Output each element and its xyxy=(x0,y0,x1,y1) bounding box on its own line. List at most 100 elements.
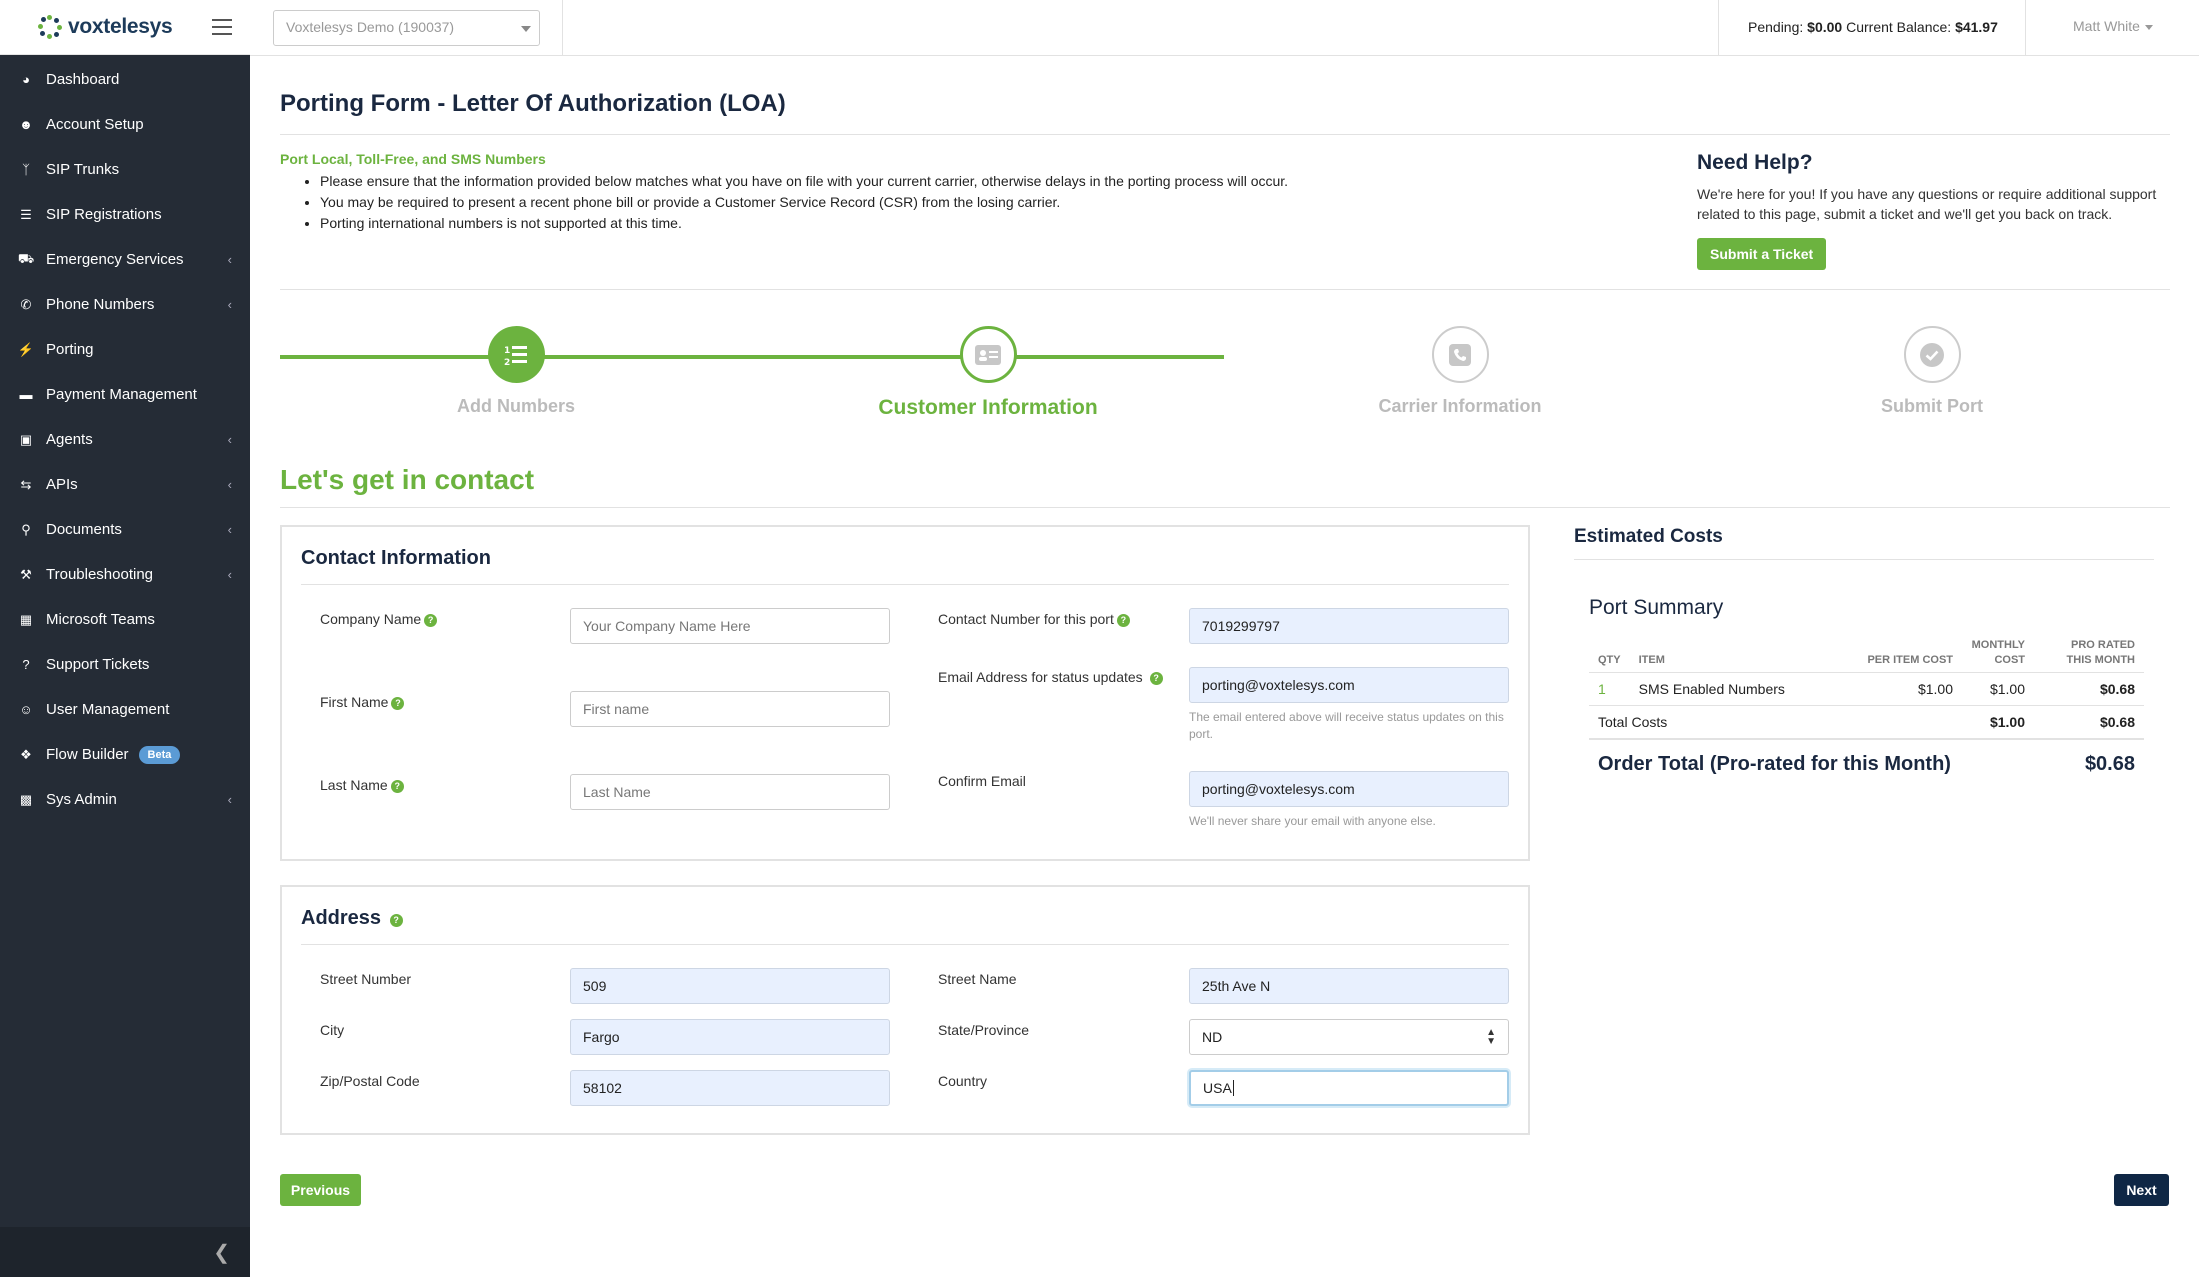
users-icon: ☺ xyxy=(19,702,33,717)
wrench-icon: ⚒ xyxy=(20,566,32,582)
contact-number-input[interactable]: 7019299797 xyxy=(1189,608,1509,644)
step-carrier-information[interactable]: Carrier Information xyxy=(1310,326,1610,417)
sidebar-item-sys-admin[interactable]: ▩ Sys Admin ‹ xyxy=(0,777,250,822)
city-label: City xyxy=(320,1022,345,1038)
sidebar-item-troubleshooting[interactable]: ⚒ Troubleshooting ‹ xyxy=(0,552,250,597)
sidebar-item-agents[interactable]: ▣ Agents ‹ xyxy=(0,417,250,462)
sidebar-item-microsoft-teams[interactable]: ▦ Microsoft Teams xyxy=(0,597,250,642)
help-question-icon[interactable]: ? xyxy=(424,613,438,627)
card-title: Address ? xyxy=(301,907,403,930)
step-label: Submit Port xyxy=(1881,396,1983,416)
help-panel: Need Help? We're here for you! If you ha… xyxy=(1697,151,2157,270)
sidebar-item-sip-trunks[interactable]: ᛉ SIP Trunks xyxy=(0,147,250,192)
list-ol-icon: 12 xyxy=(487,326,545,383)
last-name-input[interactable]: Last Name xyxy=(570,774,890,810)
help-text: We're here for you! If you have any ques… xyxy=(1697,186,2157,222)
topbar: Voxtelesys Demo (190037) Pending: $0.00 … xyxy=(250,0,2199,56)
chevron-left-icon: ‹ xyxy=(227,792,232,807)
sidebar-item-payment-management[interactable]: ▬ Payment Management xyxy=(0,372,250,417)
table-row: 1 SMS Enabled Numbers $1.00 $1.00 $0.68 xyxy=(1589,672,2144,706)
step-submit-port[interactable]: Submit Port xyxy=(1782,326,2082,417)
caret-down-icon xyxy=(521,26,531,32)
confirm-email-input[interactable]: porting@voxtelesys.com xyxy=(1189,771,1509,807)
label-text: First Name xyxy=(320,694,389,710)
submit-ticket-button[interactable]: Submit a Ticket xyxy=(1697,238,1827,270)
brand-name: voxtelesys xyxy=(68,15,173,38)
help-question-icon[interactable]: ? xyxy=(390,779,404,793)
sidebar-collapse-button[interactable]: ❮ xyxy=(0,1227,250,1277)
order-total-label: Order Total (Pro-rated for this Month) xyxy=(1598,753,1951,775)
sidebar-item-flow-builder[interactable]: ❖ Flow Builder Beta xyxy=(0,732,250,777)
list-icon: ☰ xyxy=(20,206,32,222)
confirm-email-label: Confirm Email xyxy=(938,773,1026,789)
sidebar-item-porting[interactable]: ⚡ Porting xyxy=(0,327,250,372)
step-add-numbers[interactable]: 12 Add Numbers xyxy=(366,326,666,417)
zip-label: Zip/Postal Code xyxy=(320,1073,420,1089)
card-title-text: Address xyxy=(301,907,382,929)
pending-label: Pending: xyxy=(1748,19,1804,35)
sidebar-item-label: Emergency Services xyxy=(46,251,184,268)
logo-area: voxtelesys xyxy=(0,0,250,55)
first-name-input[interactable]: First name xyxy=(570,691,890,727)
help-question-icon[interactable]: ? xyxy=(1149,671,1163,685)
company-name-input[interactable]: Your Company Name Here xyxy=(570,608,890,644)
next-button[interactable]: Next xyxy=(2114,1174,2169,1206)
user-name: Matt White xyxy=(2073,18,2140,34)
phone-square-icon xyxy=(1431,326,1489,383)
street-name-input[interactable]: 25th Ave N xyxy=(1189,968,1509,1004)
branch-icon: ᛉ xyxy=(22,162,30,177)
chevron-left-icon: ‹ xyxy=(227,252,232,267)
previous-button[interactable]: Previous xyxy=(280,1174,361,1206)
search-icon: ⚲ xyxy=(21,521,31,537)
sidebar-item-apis[interactable]: ⇆ APIs ‹ xyxy=(0,462,250,507)
street-number-input[interactable]: 509 xyxy=(570,968,890,1004)
help-question-icon[interactable]: ? xyxy=(391,696,405,710)
intro-bullet: Please ensure that the information provi… xyxy=(320,171,1380,192)
sidebar-item-label: Support Tickets xyxy=(46,656,150,673)
user-menu[interactable]: Matt White xyxy=(2073,18,2153,34)
help-question-icon[interactable]: ? xyxy=(1116,613,1130,627)
briefcase-icon: ▣ xyxy=(19,431,33,447)
account-select[interactable]: Voxtelesys Demo (190037) xyxy=(273,10,540,46)
help-question-icon[interactable]: ? xyxy=(389,913,403,927)
sidebar-item-emergency-services[interactable]: ⛟ Emergency Services ‹ xyxy=(0,237,250,282)
zip-input[interactable]: 58102 xyxy=(570,1070,890,1106)
sidebar-item-support-tickets[interactable]: ? Support Tickets xyxy=(0,642,250,687)
sidebar-item-dashboard[interactable]: ◕ Dashboard xyxy=(0,57,250,102)
sidebar-item-label: Documents xyxy=(46,521,122,538)
sidebar-item-phone-numbers[interactable]: ✆ Phone Numbers ‹ xyxy=(0,282,250,327)
state-select[interactable]: ND ▲ ▼ xyxy=(1189,1019,1509,1055)
email-input[interactable]: porting@voxtelesys.com xyxy=(1189,667,1509,703)
plug-icon: ⚡ xyxy=(17,341,35,357)
balance-display: Pending: $0.00 Current Balance: $41.97 xyxy=(1748,19,1998,35)
hamburger-menu-icon[interactable] xyxy=(212,19,232,35)
sidebar-item-account-setup[interactable]: ☻ Account Setup xyxy=(0,102,250,147)
credit-card-icon: ▬ xyxy=(19,387,33,402)
sidebar-item-label: Microsoft Teams xyxy=(46,611,155,628)
state-select-value: ND xyxy=(1202,1029,1223,1045)
city-input[interactable]: Fargo xyxy=(570,1019,890,1055)
street-number-label: Street Number xyxy=(320,971,412,987)
estimated-costs-title: Estimated Costs xyxy=(1574,526,1723,547)
brand-logo[interactable]: voxtelesys xyxy=(38,15,173,39)
sidebar-item-label: Sys Admin xyxy=(46,791,117,808)
sidebar-item-documents[interactable]: ⚲ Documents ‹ xyxy=(0,507,250,552)
sidebar-item-label: Agents xyxy=(46,431,93,448)
ambulance-icon: ⛟ xyxy=(17,250,35,266)
sidebar-item-user-management[interactable]: ☺ User Management xyxy=(0,687,250,732)
total-label: Total Costs xyxy=(1589,705,1832,740)
sidebar-item-label: Troubleshooting xyxy=(46,566,154,583)
step-label: Add Numbers xyxy=(456,396,575,416)
label-text: Last Name xyxy=(320,777,388,793)
sidebar-item-sip-registrations[interactable]: ☰ SIP Registrations xyxy=(0,192,250,237)
first-name-label: First Name? xyxy=(320,692,405,712)
row-per-item: $1.00 xyxy=(1832,672,1962,706)
sidebar-item-label: Flow Builder xyxy=(46,746,129,763)
step-customer-information[interactable]: Customer Information xyxy=(838,326,1138,420)
balance-label: Current Balance: xyxy=(1846,19,1952,35)
country-input[interactable]: USA xyxy=(1189,1070,1509,1106)
email-label: Email Address for status updates ? xyxy=(938,667,1168,687)
intro-heading: Port Local, Toll-Free, and SMS Numbers xyxy=(280,151,546,167)
beta-badge: Beta xyxy=(138,745,181,764)
lock-icon: ▩ xyxy=(19,791,33,807)
